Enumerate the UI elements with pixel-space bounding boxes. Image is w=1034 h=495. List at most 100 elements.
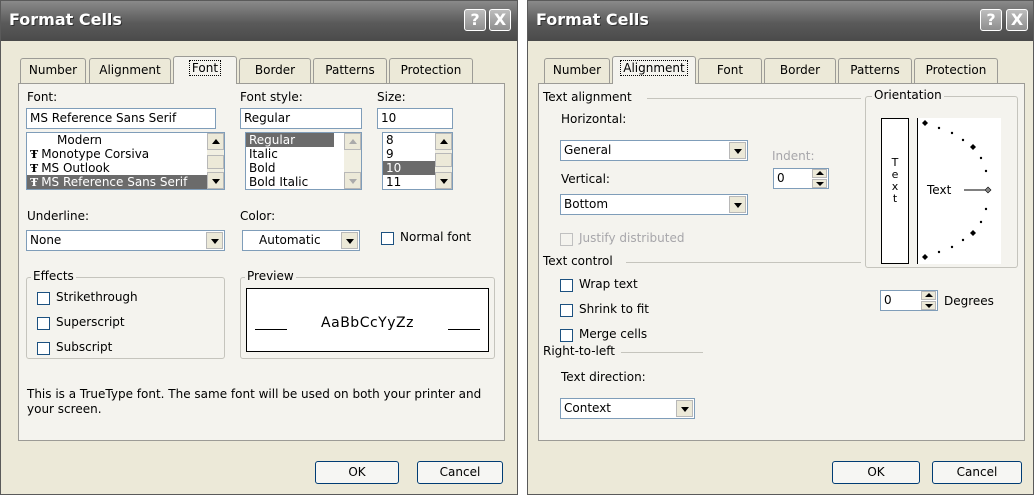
scroll-down-arrow-icon[interactable] [344, 172, 361, 189]
degrees-spinner[interactable]: 0 [880, 290, 938, 311]
help-button[interactable]: ? [464, 9, 486, 31]
spin-down-arrow-icon[interactable] [812, 179, 827, 188]
color-select[interactable]: Automatic [242, 230, 360, 251]
close-button[interactable]: X [489, 9, 511, 31]
scroll-thumb[interactable] [435, 153, 452, 167]
tab-patterns[interactable]: Patterns [313, 58, 387, 83]
title-bar[interactable]: Format Cells ? X [1, 1, 517, 41]
normal-font-checkbox[interactable] [381, 232, 394, 245]
vertical-label: Vertical: [561, 172, 610, 186]
font-list-scrollbar[interactable] [207, 133, 224, 189]
font-style-list[interactable]: Regular Italic Bold Bold Italic [245, 132, 362, 190]
tab-border[interactable]: Border [239, 58, 311, 83]
scroll-down-arrow-icon[interactable] [435, 172, 452, 189]
scroll-up-arrow-icon[interactable] [207, 133, 224, 150]
cancel-button[interactable]: Cancel [417, 461, 503, 484]
dialog-title: Format Cells [9, 10, 122, 29]
dial-marker-0-selected [984, 186, 992, 194]
underline-select[interactable]: None [26, 230, 225, 251]
format-cells-alignment-dialog: Format Cells ? X Number Alignment Font B… [527, 0, 1034, 495]
degrees-label: Degrees [944, 294, 994, 308]
right-to-left-group-label: Right-to-left [543, 344, 615, 358]
dropdown-arrow-icon[interactable] [729, 196, 746, 213]
dropdown-arrow-icon[interactable] [676, 400, 693, 417]
font-style-input[interactable]: Regular [240, 108, 362, 129]
separator [647, 98, 861, 99]
close-button[interactable]: X [1006, 9, 1028, 31]
spin-down-arrow-icon[interactable] [921, 301, 936, 310]
tab-alignment[interactable]: Alignment [612, 56, 696, 84]
font-style-scrollbar[interactable] [344, 133, 361, 189]
dial-dot [937, 126, 941, 130]
vertical-select[interactable]: Bottom [560, 194, 748, 215]
superscript-label: Superscript [56, 315, 125, 329]
scroll-thumb[interactable] [207, 155, 224, 169]
help-button[interactable]: ? [980, 9, 1002, 31]
tab-protection[interactable]: Protection [914, 58, 998, 83]
ok-button[interactable]: OK [832, 461, 920, 484]
font-list[interactable]: Modern Ŧ Monotype Corsiva Ŧ MS Outlook Ŧ MS… [26, 132, 225, 190]
truetype-icon: Ŧ [30, 162, 39, 175]
tab-border[interactable]: Border [764, 58, 836, 83]
subscript-label: Subscript [56, 340, 113, 354]
dropdown-arrow-icon[interactable] [341, 232, 358, 249]
indent-spinner[interactable]: 0 [773, 168, 829, 189]
spin-up-arrow-icon[interactable] [921, 291, 936, 300]
scroll-up-arrow-icon[interactable] [435, 133, 452, 150]
cancel-button[interactable]: Cancel [932, 461, 1022, 484]
orientation-dial[interactable]: Text [917, 118, 1001, 264]
truetype-icon: Ŧ [30, 148, 39, 161]
spin-up-arrow-icon[interactable] [812, 169, 827, 178]
effects-group-label: Effects [31, 269, 76, 283]
font-name-input[interactable]: MS Reference Sans Serif [26, 108, 216, 129]
alignment-tab-panel: Text alignment Horizontal: General Inden… [538, 83, 1025, 441]
subscript-checkbox[interactable] [37, 342, 50, 355]
dial-marker-45 [970, 144, 976, 150]
scroll-down-arrow-icon[interactable] [207, 172, 224, 189]
dial-dot [979, 220, 983, 224]
list-item-selected[interactable]: Ŧ MS Reference Sans Serif [27, 175, 224, 189]
ok-button[interactable]: OK [315, 461, 399, 484]
strikethrough-checkbox[interactable] [37, 292, 50, 305]
dropdown-arrow-icon[interactable] [729, 142, 746, 159]
tab-font[interactable]: Font [173, 56, 237, 84]
tab-number[interactable]: Number [20, 58, 86, 83]
horizontal-select[interactable]: General [560, 140, 748, 161]
preview-box: AaBbCcYyZz [246, 288, 489, 352]
horizontal-label: Horizontal: [561, 112, 627, 126]
merge-cells-checkbox[interactable] [560, 329, 573, 342]
size-input[interactable]: 10 [377, 108, 453, 129]
tab-alignment[interactable]: Alignment [89, 58, 171, 83]
list-item-selected[interactable]: Regular [246, 133, 334, 147]
strikethrough-label: Strikethrough [56, 290, 138, 304]
vertical-text-box[interactable]: T e x t [881, 118, 909, 264]
wrap-text-checkbox[interactable] [560, 279, 573, 292]
superscript-checkbox[interactable] [37, 317, 50, 330]
indent-label: Indent: [772, 149, 815, 163]
shrink-to-fit-checkbox[interactable] [560, 304, 573, 317]
dial-dot [979, 156, 983, 160]
dialog-title: Format Cells [536, 10, 649, 29]
tab-number[interactable]: Number [544, 58, 610, 83]
list-item-selected[interactable]: 10 [383, 161, 435, 175]
size-label: Size: [377, 90, 406, 104]
text-direction-label: Text direction: [561, 370, 646, 384]
size-list[interactable]: 8 9 10 11 [382, 132, 453, 190]
text-direction-select[interactable]: Context [560, 398, 695, 419]
scroll-up-arrow-icon[interactable] [344, 133, 361, 150]
list-item[interactable]: Modern [27, 133, 224, 147]
list-item[interactable]: Ŧ Monotype Corsiva [27, 147, 224, 161]
size-list-scrollbar[interactable] [435, 133, 452, 189]
title-bar[interactable]: Format Cells ? X [528, 1, 1033, 41]
separator [621, 352, 703, 353]
justify-distributed-checkbox[interactable] [560, 233, 573, 246]
tab-font[interactable]: Font [698, 58, 762, 83]
tab-patterns[interactable]: Patterns [838, 58, 912, 83]
list-item[interactable]: Ŧ MS Outlook [27, 161, 224, 175]
dial-dot [961, 238, 965, 242]
dial-marker-minus-90 [922, 254, 928, 260]
dial-marker-90 [922, 120, 928, 126]
tab-protection[interactable]: Protection [389, 58, 473, 83]
dial-dot [984, 169, 988, 173]
dropdown-arrow-icon[interactable] [206, 232, 223, 249]
